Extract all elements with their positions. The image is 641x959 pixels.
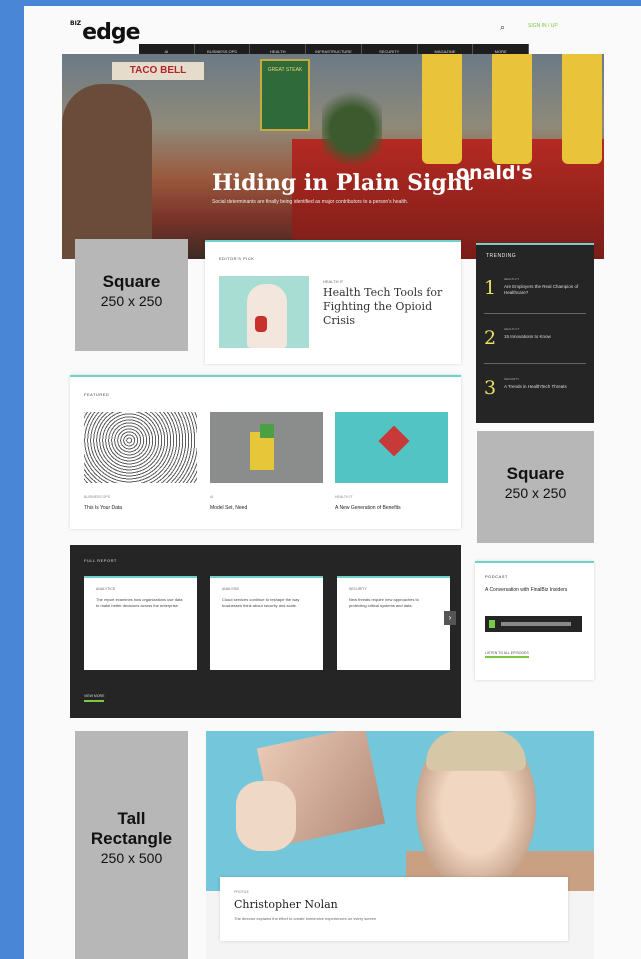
podcast-link[interactable]: LISTEN TO ALL EPISODES (485, 651, 529, 658)
logo[interactable]: BIZedge (70, 20, 141, 45)
report-card[interactable]: ANALYSIS Cloud services continue to resh… (210, 576, 323, 670)
ad-title: Tall (117, 809, 146, 828)
trending-text: A Trends in HealthTech Threats (504, 384, 567, 389)
hero-tree (322, 84, 382, 174)
report-body: The report examines how organizations us… (96, 597, 183, 608)
full-report-heading: FULL REPORT (84, 558, 117, 563)
featured-image[interactable] (335, 412, 448, 483)
editors-pick-image[interactable] (219, 276, 309, 348)
hero-arch (562, 54, 602, 164)
featured-title[interactable]: Model Set, Need (210, 505, 247, 511)
editors-pick-title[interactable]: Health Tech Tools for Fighting the Opioi… (323, 286, 453, 328)
ad-title: Square (506, 464, 565, 483)
hand-illustration (247, 284, 287, 348)
ad-dimensions: 250 x 500 (100, 850, 163, 866)
ad-dimensions: 250 x 250 (100, 293, 163, 309)
pill-illustration (255, 316, 267, 332)
feature-title[interactable]: Christopher Nolan (234, 898, 338, 911)
feature-kicker: PROFILE (234, 890, 249, 894)
trending-text: Are Employers the Real Champion of Healt… (504, 284, 579, 295)
featured-title[interactable]: This Is Your Data (84, 505, 122, 511)
trending-number: 1 (484, 277, 497, 299)
featured-image[interactable] (210, 412, 323, 483)
featured-image[interactable] (84, 412, 197, 483)
hero-arch (422, 54, 462, 164)
featured-heading: FEATURED (84, 392, 110, 397)
hero-arch (492, 54, 532, 164)
audio-progress-bar[interactable] (501, 622, 571, 626)
hero-title[interactable]: Hiding in Plain Sight (212, 170, 473, 196)
page: BIZedge ⌕ SIGN IN / UP AI BUSINESS OPS H… (24, 6, 641, 959)
ad-square[interactable]: Square 250 x 250 (477, 431, 594, 543)
heart-illustration (378, 425, 410, 457)
logo-prefix: BIZ (70, 20, 82, 27)
ad-dimensions: 250 x 250 (504, 485, 567, 501)
featured-category: BUSINESS OPS (84, 495, 111, 499)
trending-panel: TRENDING 1 HEALTH IT Are Employers the R… (476, 243, 594, 423)
report-category: ANALYTICS (96, 587, 116, 591)
ad-title: Square (102, 272, 161, 291)
trending-meta: HEALTH IT (504, 327, 520, 331)
report-category: SECURITY (349, 587, 367, 591)
trending-number: 2 (484, 327, 497, 349)
hero-building (62, 84, 152, 259)
ad-tall-rectangle[interactable]: Tall Rectangle 250 x 500 (75, 731, 188, 959)
featured-section: FEATURED BUSINESS OPS This Is Your Data … (70, 375, 461, 529)
podcast-title[interactable]: A Conversation with FinalBiz Insiders (485, 587, 581, 594)
report-body: New threats require new approaches to pr… (349, 597, 419, 608)
view-more-link[interactable]: VIEW MORE (84, 694, 105, 702)
trending-item[interactable]: 2 HEALTH IT 15 Innovations to Know (484, 321, 586, 364)
trending-item[interactable]: 3 SECURITY A Trends in HealthTech Threat… (484, 371, 586, 413)
audio-player[interactable] (485, 616, 582, 632)
signin-link[interactable]: SIGN IN / UP (528, 23, 558, 29)
podcast-panel: PODCAST A Conversation with FinalBiz Ins… (475, 561, 594, 680)
hero-subtitle: Social determinants are finally being id… (212, 199, 409, 205)
logo-text: edge (82, 20, 140, 45)
portrait-hair (426, 731, 526, 771)
hero-sign-green: GREAT STEAK (260, 59, 310, 131)
editors-pick-kicker: HEALTH IT (323, 279, 344, 284)
hero[interactable]: TACO BELL GREAT STEAK onald's Hiding in … (62, 54, 604, 259)
search-icon[interactable]: ⌕ (500, 22, 505, 33)
ad-square[interactable]: Square 250 x 250 (75, 239, 188, 351)
report-body: Cloud services continue to reshape the w… (222, 597, 300, 608)
podcast-heading: PODCAST (485, 574, 508, 579)
report-category: ANALYSIS (222, 587, 239, 591)
trending-meta: SECURITY (504, 377, 520, 381)
hero-sign-left: TACO BELL (112, 62, 204, 80)
feature-story[interactable]: PROFILE Christopher Nolan The director e… (206, 731, 594, 959)
play-icon[interactable] (489, 620, 495, 628)
trending-item[interactable]: 1 HEALTH IT Are Employers the Real Champ… (484, 271, 586, 314)
editors-pick-heading: EDITOR'S PICK (219, 256, 255, 261)
lego-illustration (260, 424, 274, 438)
next-arrow-icon[interactable]: › (444, 611, 456, 625)
feature-caption[interactable]: PROFILE Christopher Nolan The director e… (220, 877, 568, 941)
report-card[interactable]: SECURITY New threats require new approac… (337, 576, 450, 670)
featured-category: AI (210, 495, 214, 499)
hand-illustration (236, 781, 296, 851)
trending-meta: HEALTH IT (504, 277, 520, 281)
trending-heading: TRENDING (486, 253, 517, 259)
featured-title[interactable]: A New Generation of Benefits (335, 505, 401, 511)
featured-category: HEALTH IT (335, 495, 353, 499)
trending-number: 3 (484, 377, 497, 399)
trending-text: 15 Innovations to Know (504, 334, 551, 339)
ad-title: Rectangle (90, 829, 173, 848)
full-report-section: FULL REPORT ANALYTICS The report examine… (70, 545, 461, 718)
editors-pick: EDITOR'S PICK HEALTH IT Health Tech Tool… (205, 240, 461, 364)
feature-subtitle: The director explains the effort to crea… (234, 916, 377, 921)
report-card[interactable]: ANALYTICS The report examines how organi… (84, 576, 197, 670)
